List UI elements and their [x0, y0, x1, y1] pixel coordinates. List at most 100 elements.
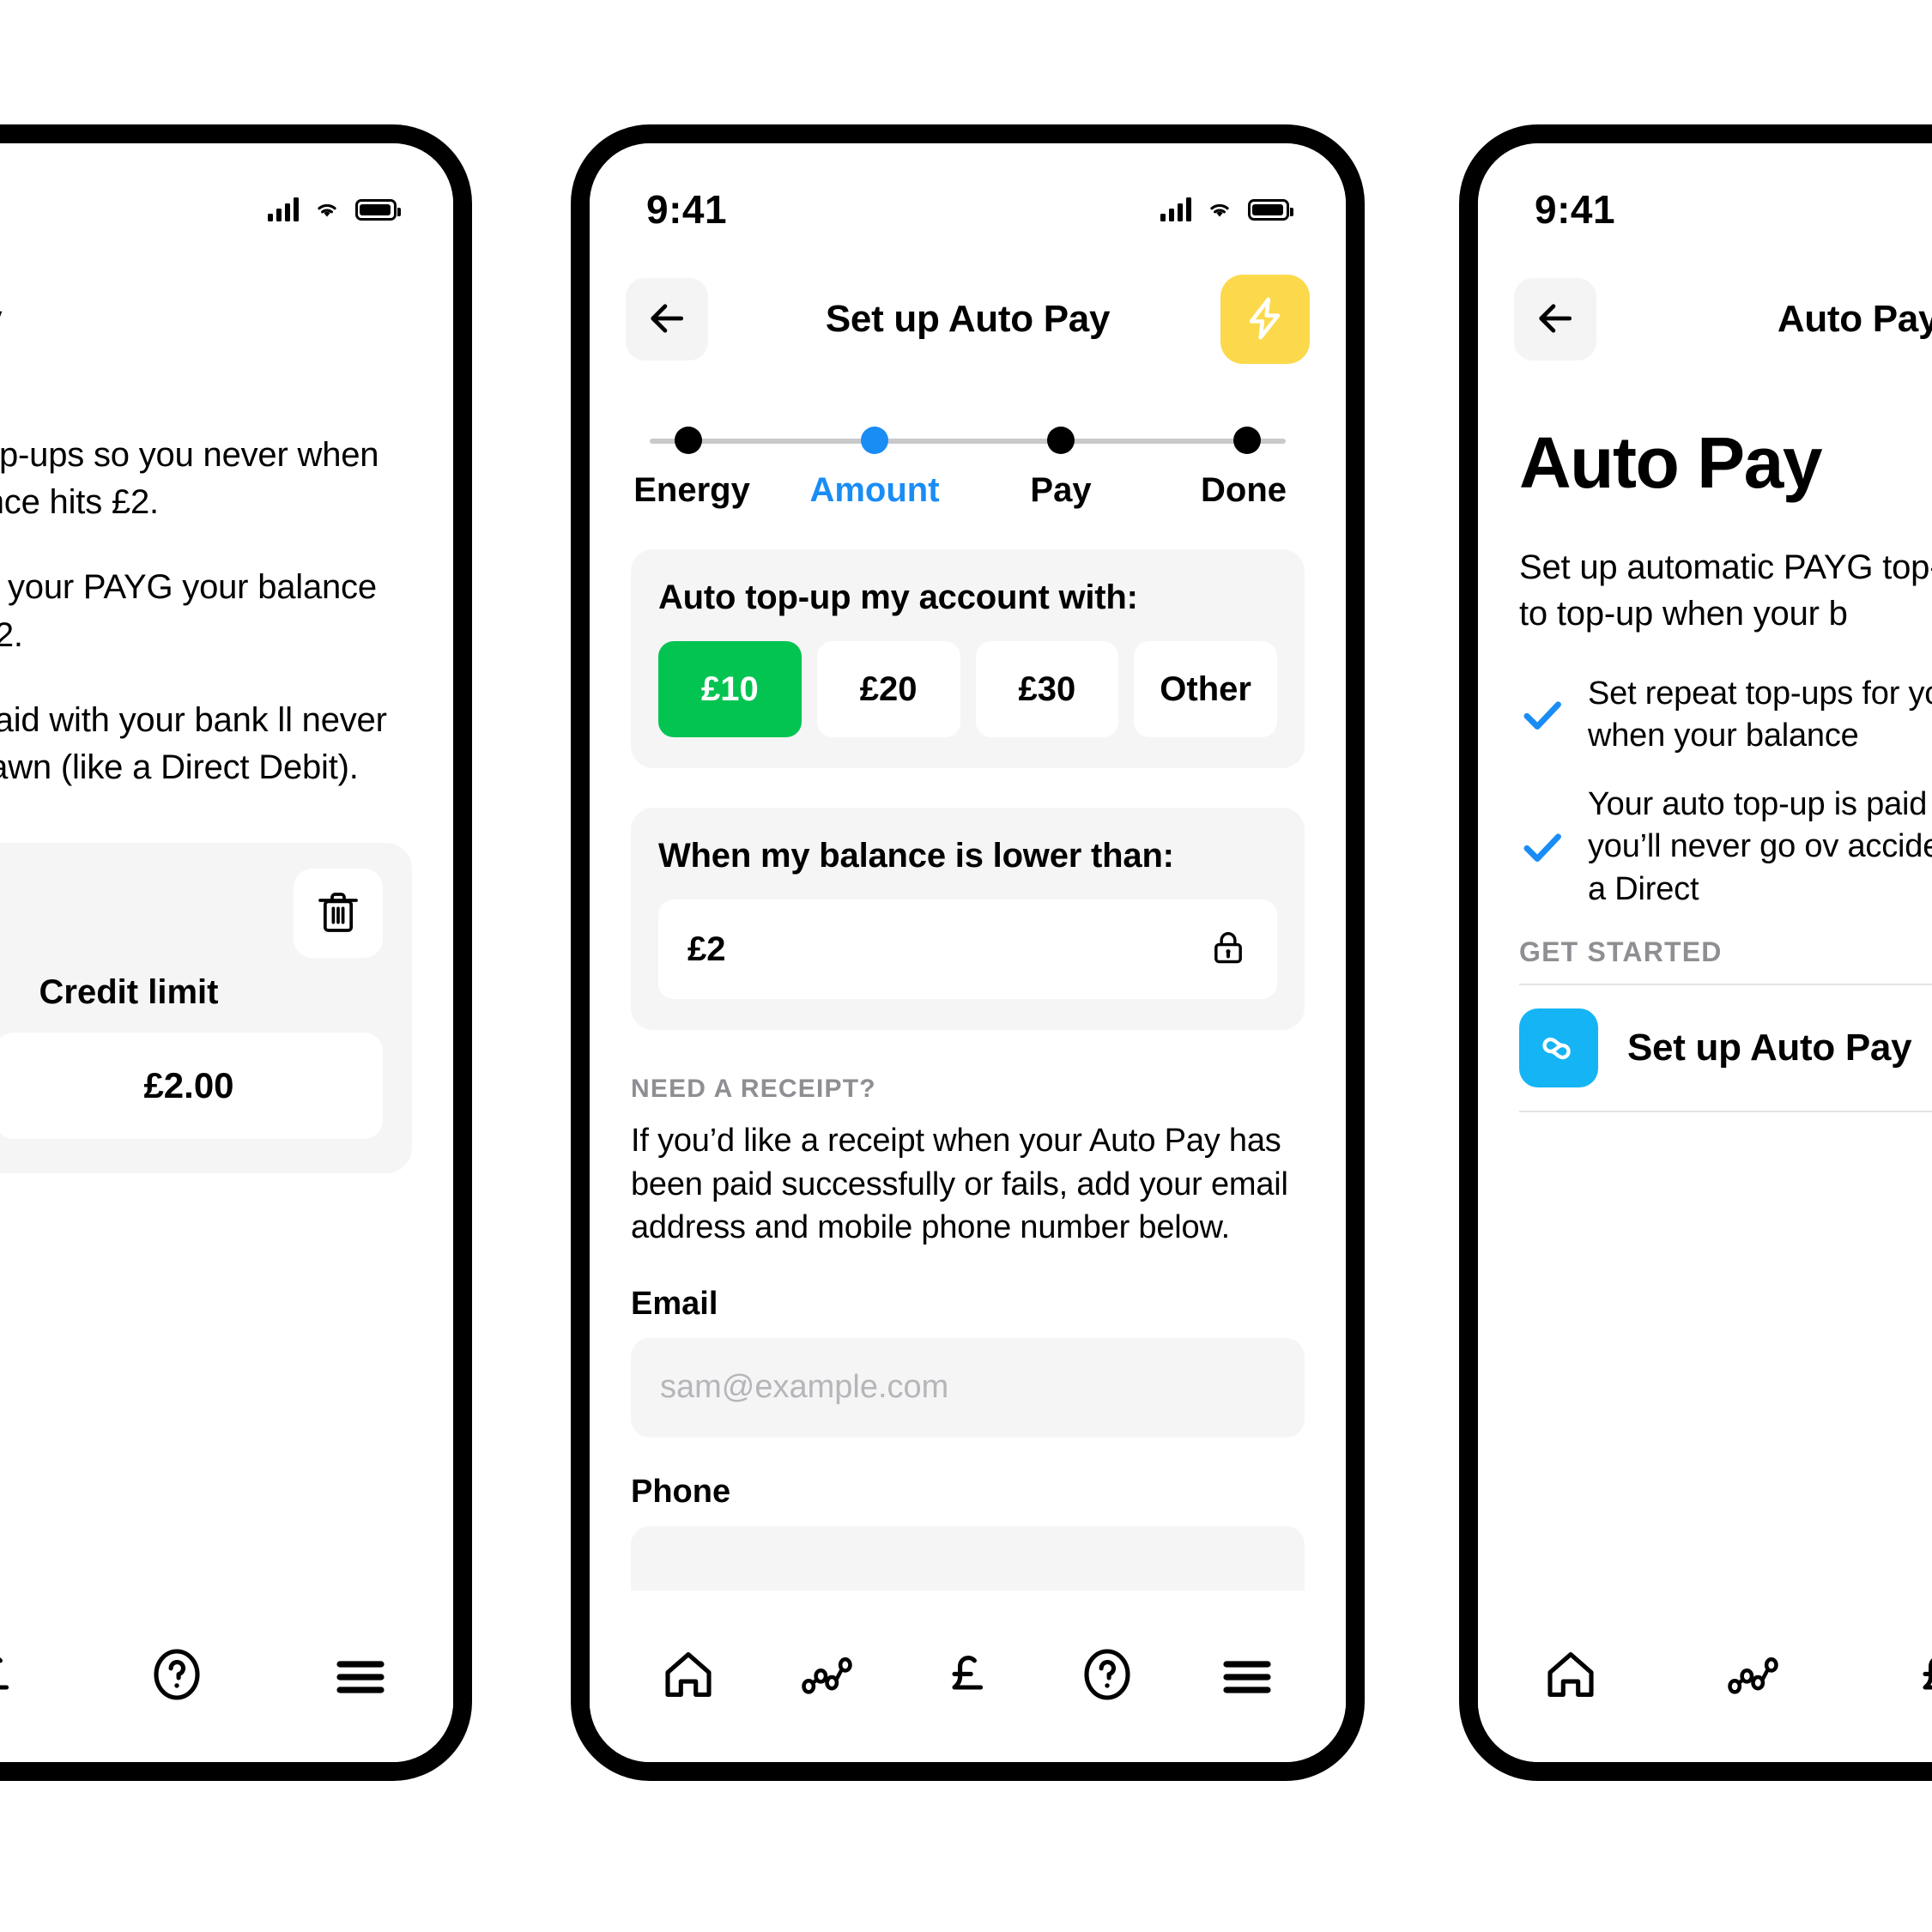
- usage-chart-icon: [1723, 1644, 1785, 1710]
- arrow-left-icon: [1534, 297, 1577, 342]
- progress-stepper: Energy Amount Pay Done: [590, 375, 1346, 510]
- usage-chart-icon: [797, 1644, 859, 1710]
- menu-icon: [330, 1644, 391, 1710]
- right-content: Auto Pay Set up automatic PAYG top-u for…: [1478, 421, 1932, 1112]
- tab-menu[interactable]: [319, 1635, 402, 1717]
- right-intro: Set up automatic PAYG top-u forget to to…: [1519, 548, 1932, 633]
- balance-threshold-card: When my balance is lower than: £2: [631, 808, 1305, 1030]
- pound-icon: [0, 1644, 24, 1710]
- center-status-time: 9:41: [646, 187, 728, 232]
- benefit-text: Your auto top-up is paid card, so you’ll…: [1588, 785, 1932, 907]
- left-status-bar: [0, 143, 453, 246]
- infinity-icon-tile: [1519, 1008, 1598, 1087]
- help-icon: [146, 1644, 208, 1710]
- right-status-bar: 9:41: [1478, 143, 1932, 246]
- center-status-bar: 9:41: [590, 143, 1346, 246]
- tab-payments[interactable]: [926, 1635, 1008, 1717]
- back-button[interactable]: [626, 278, 708, 360]
- amount-option-10[interactable]: £10: [658, 641, 802, 737]
- left-screen: Auto Pay c PAYG top-ups so you never whe…: [0, 143, 453, 1762]
- step-done[interactable]: Done: [1196, 427, 1298, 510]
- tab-menu[interactable]: [1206, 1635, 1288, 1717]
- left-content: c PAYG top-ups so you never when your ba…: [0, 375, 453, 1174]
- step-energy[interactable]: Energy: [633, 427, 750, 510]
- pound-icon: [936, 1644, 998, 1710]
- step-dot: [1047, 427, 1075, 454]
- phone-center: 9:41 Set up Auto Pay Energy Amount Pay D…: [571, 124, 1365, 1781]
- topup-amount-options: £10 £20 £30 Other: [658, 641, 1277, 737]
- get-started-label: GET STARTED: [1519, 936, 1723, 967]
- receipt-description: If you’d like a receipt when your Auto P…: [631, 1123, 1288, 1246]
- list-item-label: Set up Auto Pay: [1627, 1026, 1912, 1069]
- left-page-title: Auto Pay: [0, 298, 453, 341]
- check-icon: [1519, 692, 1566, 738]
- arrow-left-icon: [645, 297, 688, 342]
- receipt-section-label: NEED A RECEIPT?: [631, 1075, 876, 1103]
- right-status-time: 9:41: [1535, 187, 1616, 232]
- center-status-icons: [1160, 197, 1293, 221]
- menu-icon: [1216, 1644, 1278, 1710]
- topup-amount-card: Auto top-up my account with: £10 £20 £30…: [631, 549, 1305, 768]
- left-paragraph-3: op-up is paid with your bank ll never go…: [0, 700, 387, 786]
- step-label: Done: [1201, 471, 1287, 509]
- topup-amount-title: Auto top-up my account with:: [658, 578, 1138, 616]
- stepper-row: Energy Amount Pay Done: [631, 427, 1305, 510]
- step-amount[interactable]: Amount: [809, 427, 940, 510]
- left-paragraph-2: op-ups for your PAYG your balance reache…: [0, 568, 377, 654]
- list-item-setup-auto-pay[interactable]: Set up Auto Pay: [1519, 983, 1932, 1112]
- tab-home[interactable]: [647, 1635, 730, 1717]
- left-tabbar: [0, 1590, 453, 1762]
- benefit-item: Set repeat top-ups for yo meter when you…: [1519, 673, 1932, 758]
- help-icon: [1076, 1644, 1138, 1710]
- left-paragraph-1: c PAYG top-ups so you never when your ba…: [0, 436, 379, 522]
- tab-usage[interactable]: [787, 1635, 869, 1717]
- balance-threshold-field[interactable]: £2: [658, 899, 1277, 999]
- screenshot-canvas: Auto Pay c PAYG top-ups so you never whe…: [0, 0, 1932, 1932]
- credit-limit-card: Credit limit £2.00: [0, 843, 412, 1174]
- center-tabbar: [590, 1590, 1346, 1762]
- tab-usage[interactable]: [1713, 1635, 1796, 1717]
- phone-label: Phone: [631, 1473, 731, 1510]
- center-content: Auto top-up my account with: £10 £20 £30…: [590, 549, 1346, 1626]
- step-label: Pay: [1030, 471, 1092, 509]
- amount-option-20[interactable]: £20: [816, 641, 960, 737]
- benefit-item: Your auto top-up is paid card, so you’ll…: [1519, 784, 1932, 911]
- step-pay[interactable]: Pay: [1010, 427, 1111, 510]
- back-button[interactable]: [1514, 278, 1596, 360]
- pound-icon: [1907, 1644, 1932, 1710]
- tab-help[interactable]: [136, 1635, 218, 1717]
- email-input-wrapper[interactable]: [631, 1337, 1305, 1438]
- credit-limit-value[interactable]: £2.00: [0, 1033, 383, 1140]
- right-heading: Auto Pay: [1519, 422, 1823, 503]
- quick-action-button[interactable]: [1220, 275, 1310, 364]
- tab-help[interactable]: [1066, 1635, 1148, 1717]
- email-input[interactable]: [660, 1369, 1275, 1407]
- center-screen: 9:41 Set up Auto Pay Energy Amount Pay D…: [590, 143, 1346, 1762]
- phone-left: Auto Pay c PAYG top-ups so you never whe…: [0, 124, 472, 1781]
- trash-icon: [314, 888, 362, 939]
- tab-payments[interactable]: [0, 1635, 34, 1717]
- battery-icon: [1248, 198, 1293, 221]
- phone-input[interactable]: [660, 1557, 1275, 1595]
- lock-icon: [1208, 928, 1248, 972]
- phone-right: 9:41 Auto Pay Auto Pay Set up automatic …: [1459, 124, 1932, 1781]
- wifi-icon: [312, 198, 342, 221]
- email-label: Email: [631, 1285, 718, 1322]
- right-tabbar: [1478, 1590, 1932, 1762]
- home-icon: [1540, 1644, 1602, 1710]
- tab-payments[interactable]: [1897, 1635, 1932, 1717]
- step-label: Amount: [809, 471, 940, 509]
- delete-button[interactable]: [294, 869, 383, 959]
- amount-option-other[interactable]: Other: [1134, 641, 1277, 737]
- tab-home[interactable]: [1529, 1635, 1612, 1717]
- balance-threshold-title: When my balance is lower than:: [658, 837, 1174, 875]
- benefit-text: Set repeat top-ups for yo meter when you…: [1588, 675, 1932, 754]
- left-status-icons: [268, 197, 401, 221]
- step-dot-active: [861, 427, 888, 454]
- check-icon: [1519, 824, 1566, 870]
- balance-threshold-value: £2: [687, 930, 726, 968]
- stepper-track: [650, 439, 1286, 444]
- wifi-icon: [1205, 198, 1234, 221]
- step-dot: [675, 427, 702, 454]
- amount-option-30[interactable]: £30: [975, 641, 1119, 737]
